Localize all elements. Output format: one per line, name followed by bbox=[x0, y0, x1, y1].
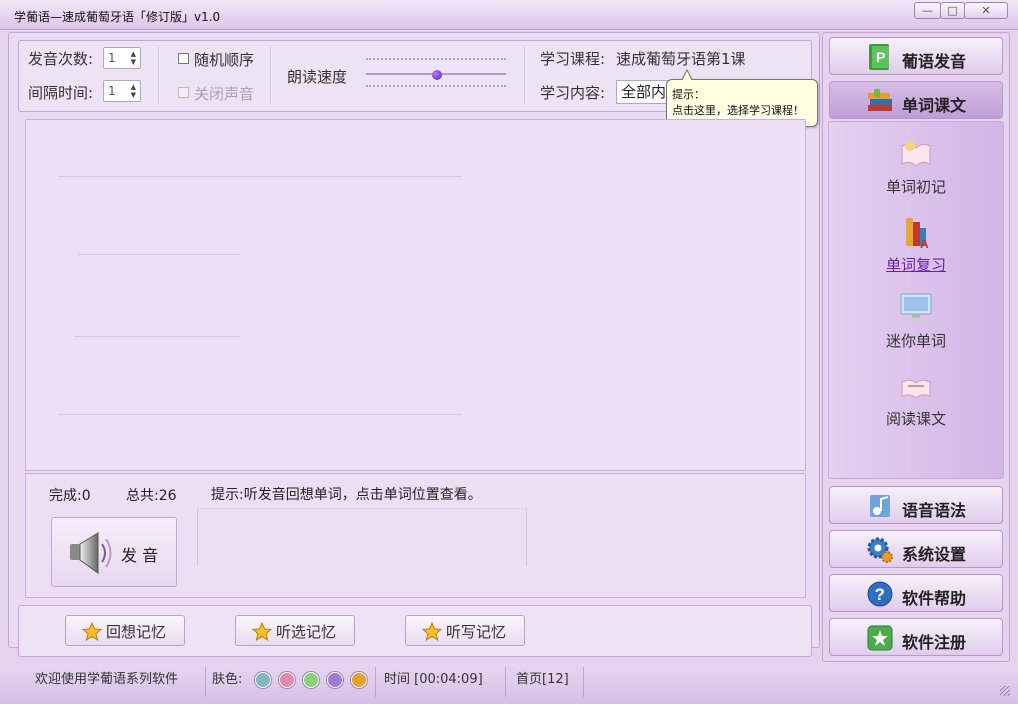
dictation-label: 听写记忆 bbox=[446, 623, 507, 641]
word-slot-line bbox=[58, 414, 462, 415]
close-button[interactable]: ✕ bbox=[964, 2, 1008, 19]
listen-select-label: 听选记忆 bbox=[276, 623, 337, 641]
course-label: 学习课程: bbox=[540, 50, 606, 68]
sidebar-item-review[interactable]: A 单词复习 bbox=[829, 214, 1003, 275]
speed-label: 朗读速度 bbox=[287, 68, 348, 86]
mute-checkbox[interactable] bbox=[178, 87, 189, 98]
word-text-button[interactable]: 单词课文 bbox=[829, 81, 1003, 119]
sidebar-item-first-learn[interactable]: 单词初记 bbox=[829, 136, 1003, 197]
sidebar-item-mini-words[interactable]: 迷你单词 bbox=[829, 290, 1003, 351]
repeat-count-label: 发音次数: bbox=[28, 50, 94, 68]
pronunciation-label: 葡语发音 bbox=[902, 52, 967, 71]
software-help-button[interactable]: ? 软件帮助 bbox=[829, 574, 1003, 612]
repeat-count-spinner[interactable]: 1 ▲ ▼ bbox=[103, 47, 141, 69]
recall-memory-label: 回想记忆 bbox=[106, 623, 167, 641]
mute-label: 关闭声音 bbox=[194, 85, 255, 103]
mini-words-label: 迷你单词 bbox=[885, 332, 946, 350]
skin-color-swatch[interactable] bbox=[303, 672, 319, 688]
status-welcome: 欢迎使用学葡语系列软件 bbox=[8, 667, 206, 697]
word-slot-line bbox=[74, 336, 240, 337]
spinner-down-icon[interactable]: ▼ bbox=[131, 59, 136, 66]
phonetics-grammar-button[interactable]: 语音语法 bbox=[829, 486, 1003, 524]
spinner-up-icon[interactable]: ▲ bbox=[131, 51, 136, 58]
random-order-label: 随机顺序 bbox=[194, 51, 255, 69]
spinner-up-icon[interactable]: ▲ bbox=[131, 84, 136, 91]
monitor-icon bbox=[900, 293, 932, 323]
book-p-icon: P bbox=[869, 44, 889, 70]
svg-text:A: A bbox=[920, 237, 929, 250]
word-slot-line bbox=[58, 176, 462, 177]
recall-memory-button[interactable]: 回想记忆 bbox=[65, 615, 185, 646]
software-help-label: 软件帮助 bbox=[902, 589, 967, 608]
hint-text: 提示:听发音回想单词，点击单词位置查看。 bbox=[211, 487, 482, 503]
star-icon bbox=[251, 621, 273, 646]
status-page: 首页[12] bbox=[506, 667, 584, 697]
window-title: 学葡语—速成葡萄牙语「修订版」v1.0 bbox=[14, 10, 221, 24]
speak-button[interactable]: 发 音 bbox=[51, 517, 177, 587]
minimize-button[interactable]: — bbox=[914, 2, 941, 19]
total-count: 总共:26 bbox=[126, 488, 177, 504]
word-display-area[interactable] bbox=[25, 119, 806, 471]
register-star-icon bbox=[867, 625, 893, 651]
skin-color-swatch[interactable] bbox=[279, 672, 295, 688]
course-value[interactable]: 速成葡萄牙语第1课 bbox=[616, 48, 746, 69]
status-time: 时间 [00:04:09] bbox=[376, 667, 506, 697]
repeat-count-value: 1 bbox=[108, 51, 116, 65]
portuguese-pronunciation-button[interactable]: P 葡语发音 bbox=[829, 37, 1003, 75]
speaker-icon bbox=[70, 532, 112, 574]
first-learn-label: 单词初记 bbox=[885, 178, 946, 196]
tooltip-text: 点击这里，选择学习课程！ bbox=[672, 104, 804, 117]
slider-tick-row bbox=[366, 85, 506, 87]
help-icon: ? bbox=[867, 581, 893, 607]
maximize-button[interactable]: □ bbox=[940, 2, 965, 19]
skin-color-swatch[interactable] bbox=[255, 672, 271, 688]
software-register-label: 软件注册 bbox=[902, 633, 967, 652]
random-order-checkbox[interactable] bbox=[178, 53, 189, 64]
divider bbox=[524, 46, 526, 104]
review-label: 单词复习 bbox=[885, 256, 946, 274]
done-count: 完成:0 bbox=[49, 488, 91, 504]
word-text-label: 单词课文 bbox=[902, 96, 967, 115]
open-book-icon bbox=[901, 141, 931, 167]
svg-text:P: P bbox=[876, 49, 885, 65]
interval-spinner[interactable]: 1 ▲ ▼ bbox=[103, 80, 141, 102]
stacked-books-icon: A bbox=[906, 218, 929, 251]
slider-tick-row bbox=[366, 58, 506, 60]
star-icon bbox=[81, 621, 103, 646]
interval-value: 1 bbox=[108, 84, 116, 98]
svg-text:?: ? bbox=[875, 585, 885, 604]
spinner-down-icon[interactable]: ▼ bbox=[131, 92, 136, 99]
sidebar-item-reading[interactable]: 阅读课文 bbox=[829, 368, 1003, 429]
software-register-button[interactable]: 软件注册 bbox=[829, 618, 1003, 656]
tooltip-title: 提示： bbox=[672, 88, 705, 101]
gear-icon bbox=[867, 537, 893, 563]
system-settings-button[interactable]: 系统设置 bbox=[829, 530, 1003, 568]
music-book-icon bbox=[870, 495, 890, 517]
answer-box bbox=[197, 508, 527, 566]
divider bbox=[270, 46, 272, 104]
phonetics-grammar-label: 语音语法 bbox=[902, 501, 967, 520]
tooltip-pointer-fill bbox=[682, 71, 692, 81]
speak-label: 发 音 bbox=[121, 546, 159, 565]
dictation-button[interactable]: 听写记忆 bbox=[405, 615, 525, 646]
skin-color-swatch[interactable] bbox=[327, 672, 343, 688]
word-slot-line bbox=[78, 254, 240, 255]
divider bbox=[158, 46, 160, 104]
interval-label: 间隔时间: bbox=[28, 84, 94, 102]
listen-select-button[interactable]: 听选记忆 bbox=[235, 615, 355, 646]
speed-slider-handle[interactable] bbox=[432, 70, 442, 80]
reading-label: 阅读课文 bbox=[885, 410, 946, 428]
content-label: 学习内容: bbox=[540, 84, 606, 102]
resize-grip-icon[interactable] bbox=[1000, 686, 1010, 696]
star-icon bbox=[421, 621, 443, 646]
system-settings-label: 系统设置 bbox=[902, 545, 967, 564]
books-icon bbox=[868, 89, 892, 111]
skin-color-swatch[interactable] bbox=[351, 672, 367, 688]
skin-label: 肤色: bbox=[212, 672, 243, 687]
reading-book-icon bbox=[901, 379, 931, 399]
